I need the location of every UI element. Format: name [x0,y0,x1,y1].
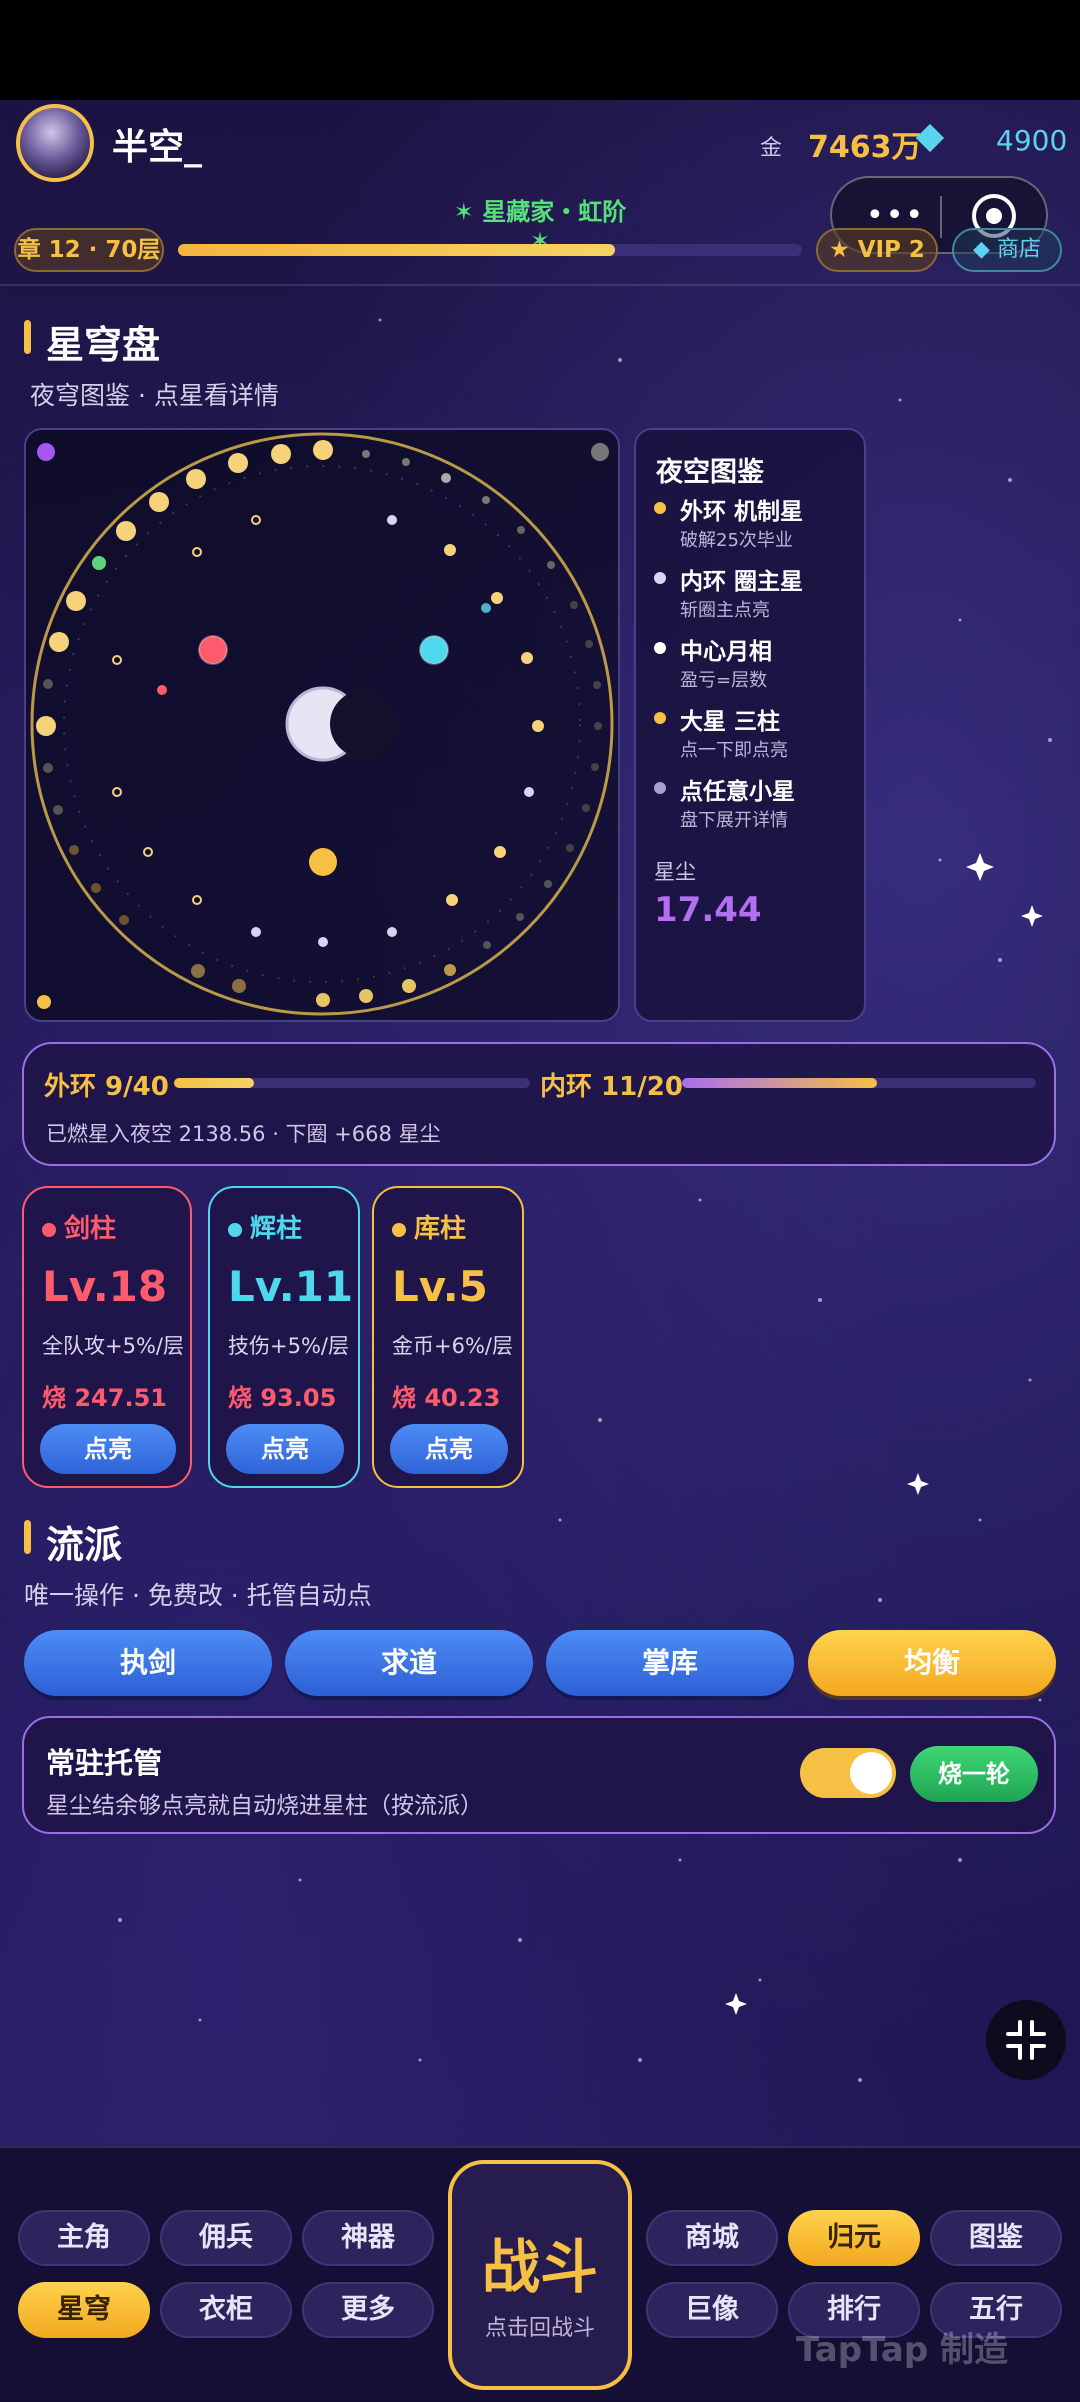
pillar-name: 剑柱 [42,1208,116,1245]
corner-star [37,443,55,461]
taptap-watermark: TapTap 制造 [796,2330,1009,2370]
avatar[interactable] [16,104,94,182]
legend-item-name: 点任意小星 [680,779,795,805]
legend-item-desc: 盘下展开详情 [680,810,788,831]
nav-return[interactable]: 归元 [788,2210,920,2266]
legend-dot [654,782,666,794]
capsule-divider [940,196,942,238]
gold-label: 金 [760,136,783,161]
stardust-label: 星尘 [654,860,696,884]
auto-manage-title: 常驻托管 [46,1746,163,1780]
style-option-balanced[interactable]: 均衡 [808,1630,1056,1696]
legend-item-desc: 斩圈主点亮 [680,600,770,621]
pillar-burn-cost: 烧 93.05 [228,1384,337,1412]
nav-wardrobe[interactable]: 衣柜 [160,2282,292,2338]
battle-title: 战斗 [481,2233,598,2301]
pillar-level: Lv.5 [392,1262,488,1311]
pillar-name: 库柱 [392,1208,466,1245]
radiance-pillar-star [419,635,449,665]
more-icon[interactable]: ••• [866,201,925,231]
chapter-badge: 章 12 · 70层 [14,228,164,272]
collapse-icon [1006,2020,1046,2060]
section-subtitle-style: 唯一操作 · 免费改 · 托管自动点 [24,1581,372,1610]
inner-ring-fill [682,1078,877,1088]
auto-manage-desc: 星尘结余够点亮就自动烧进星柱（按流派） [46,1793,483,1819]
auto-manage-panel: 常驻托管 星尘结余够点亮就自动烧进星柱（按流派） 烧一轮 [22,1716,1056,1834]
legend-item-name: 内环 圈主星 [680,569,804,595]
sword-pillar-star [198,635,228,665]
outer-ring-fill [174,1078,255,1088]
pillar-card-radiance[interactable]: 辉柱 Lv.11 技伤+5%/层 烧 93.05 点亮 [208,1186,360,1488]
diamond-value: 4900 [996,124,1068,157]
nav-hero[interactable]: 主角 [18,2210,150,2266]
corner-star [591,443,609,461]
legend-item-desc: 盈亏=层数 [680,670,768,691]
light-up-button[interactable]: 点亮 [226,1424,344,1474]
nav-codex[interactable]: 图鉴 [930,2210,1062,2266]
star-plate[interactable] [26,430,618,1020]
level-progress-fill [178,244,615,256]
legend-item-name: 外环 机制星 [680,499,804,525]
gold-value: 7463万 [808,130,922,165]
pillar-burn-cost: 烧 40.23 [392,1384,501,1412]
light-up-button[interactable]: 点亮 [390,1424,508,1474]
pillar-effect: 金币+6%/层 [392,1334,513,1358]
pillar-effect: 全队攻+5%/层 [42,1334,184,1358]
legend-dot [654,502,666,514]
star-plate-panel [24,428,620,1022]
legend-dot [654,572,666,584]
style-option-treasury[interactable]: 掌库 [546,1630,794,1696]
pillar-name: 辉柱 [228,1208,302,1245]
legend-item-name: 大星 三柱 [680,709,781,735]
corner-star [37,995,51,1009]
legend-dot [654,712,666,724]
username: 半空_ [112,127,203,168]
inner-ring-label: 内环 11/20 [540,1072,683,1102]
light-up-button[interactable]: 点亮 [40,1424,176,1474]
legend-title: 夜空图鉴 [656,457,764,488]
bottom-nav: 主角 佣兵 神器 星穹 衣柜 更多 战斗 点击回战斗 商城 归元 图鉴 巨像 排… [0,2146,1080,2402]
moon-phase-icon [285,686,398,762]
ring-footer: 已燃星入夜空 2138.56 · 下圈 +668 星尘 [46,1122,441,1146]
section-title-style: 流派 [46,1523,123,1567]
shop-button[interactable]: ◆ 商店 [952,228,1062,272]
nav-starsky[interactable]: 星穹 [18,2282,150,2338]
auto-manage-toggle[interactable] [800,1748,896,1798]
legend-item-desc: 破解25次毕业 [680,530,793,551]
night-sky-legend: 夜空图鉴 外环 机制星破解25次毕业内环 圈主星斩圈主点亮中心月相盈亏=层数大星… [634,428,866,1022]
pillar-effect: 技伤+5%/层 [228,1334,349,1358]
nav-mercenary[interactable]: 佣兵 [160,2210,292,2266]
style-option-sword[interactable]: 执剑 [24,1630,272,1696]
toggle-knob [850,1752,892,1794]
battle-subtitle: 点击回战斗 [484,2316,595,2341]
nav-mall[interactable]: 商城 [646,2210,778,2266]
ring-progress-panel: 外环 9/40 内环 11/20 已燃星入夜空 2138.56 · 下圈 +66… [22,1042,1056,1166]
nav-more[interactable]: 更多 [302,2282,434,2338]
vip-badge[interactable]: ★ VIP 2 [816,228,938,272]
pillar-card-treasury[interactable]: 库柱 Lv.5 金币+6%/层 烧 40.23 点亮 [372,1186,524,1488]
collapse-button[interactable] [986,2000,1066,2080]
legend-item-name: 中心月相 [680,639,772,665]
section-subtitle-starplate: 夜穹图鉴 · 点星看详情 [30,381,279,410]
legend-dot [654,642,666,654]
burn-round-button[interactable]: 烧一轮 [910,1746,1038,1802]
nav-colossus[interactable]: 巨像 [646,2282,778,2338]
section-marker [24,320,31,354]
pillar-level: Lv.11 [228,1262,354,1311]
treasury-pillar-star [309,848,337,876]
pillar-level: Lv.18 [42,1262,168,1311]
stardust-value: 17.44 [654,890,762,930]
pillar-burn-cost: 烧 247.51 [42,1384,167,1412]
section-title-starplate: 星穹盘 [46,323,161,367]
legend-item-desc: 点一下即点亮 [680,740,788,761]
section-marker [24,1520,31,1554]
style-option-dao[interactable]: 求道 [285,1630,533,1696]
status-bar [0,0,1080,100]
outer-ring-label: 外环 9/40 [44,1072,169,1102]
header-divider [0,284,1080,286]
nav-artifact[interactable]: 神器 [302,2210,434,2266]
pillar-card-sword[interactable]: 剑柱 Lv.18 全队攻+5%/层 烧 247.51 点亮 [22,1186,192,1488]
battle-button[interactable]: 战斗 点击回战斗 [448,2160,632,2390]
